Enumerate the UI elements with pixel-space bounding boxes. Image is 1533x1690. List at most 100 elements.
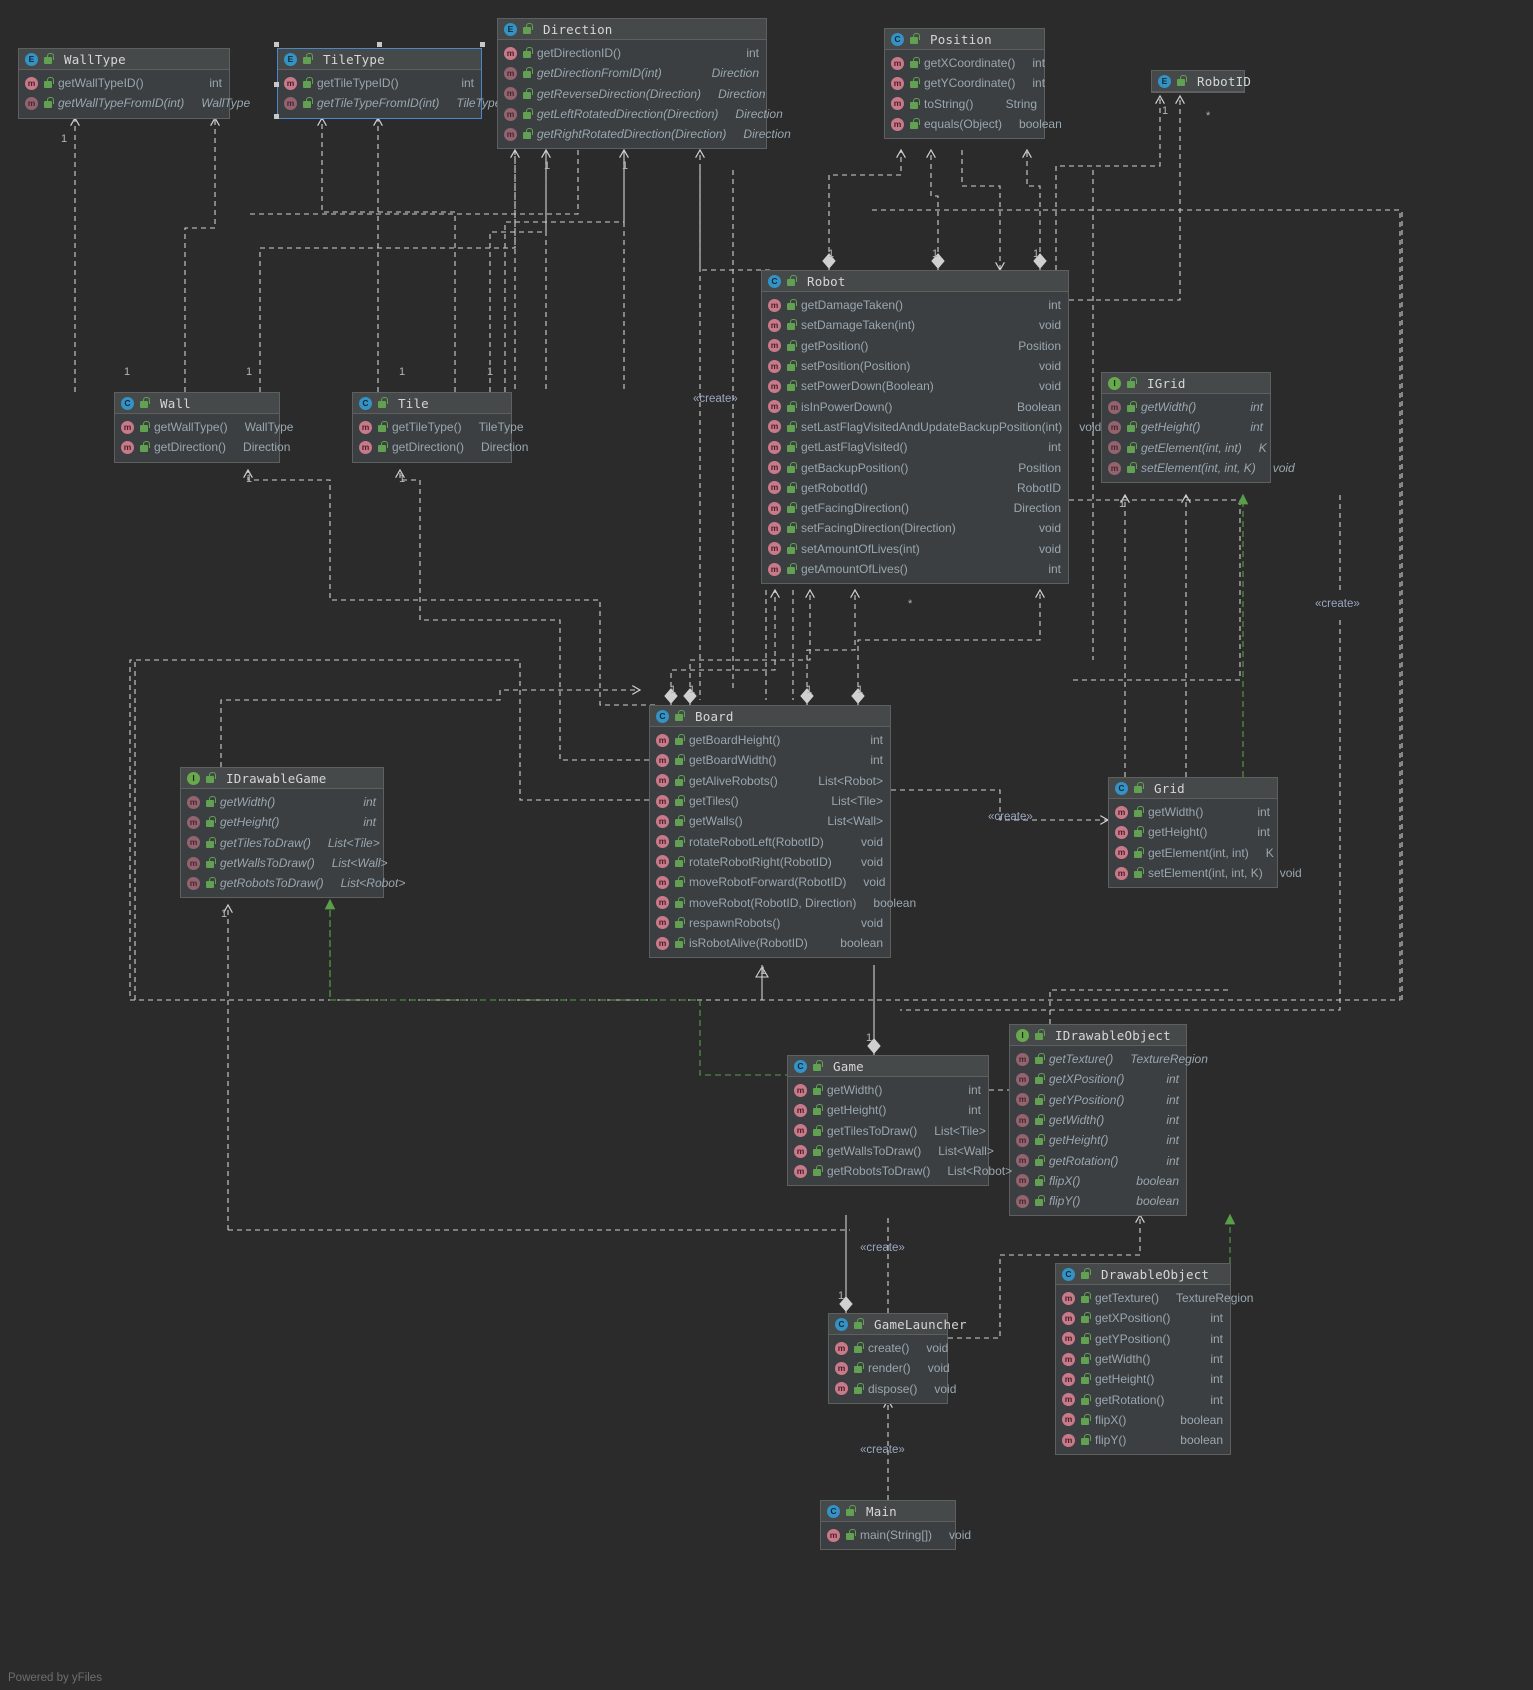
member-row[interactable]: m getTileTypeFromID(int) TileType <box>278 93 501 113</box>
member-row[interactable]: m getElement(int, int) K <box>1102 438 1270 458</box>
uml-class-tile[interactable]: C Tile m getTileType() TileType m getDirection… <box>352 392 528 463</box>
class-header[interactable]: E WallType <box>19 49 229 70</box>
uml-class-robot[interactable]: C Robot m getDamageTaken() int m setDamageTake… <box>761 270 1101 585</box>
member-row[interactable]: m rotateRobotLeft(RobotID) void <box>650 831 890 851</box>
member-row[interactable]: m getDirectionFromID(int) Direction <box>498 63 766 83</box>
member-row[interactable]: m setElement(int, int, K) void <box>1109 863 1302 883</box>
member-row[interactable]: m getWidth() int <box>1010 1110 1186 1130</box>
uml-class-idrawableobject[interactable]: I IDrawableObject m getTexture() TextureRegi… <box>1009 1024 1208 1217</box>
member-row[interactable]: m getTilesToDraw() List<Tile> <box>181 833 383 853</box>
class-header[interactable]: C Main <box>821 1501 955 1522</box>
selection-handle[interactable] <box>377 42 382 47</box>
member-row[interactable]: m rotateRobotRight(RobotID) void <box>650 852 890 872</box>
class-header[interactable]: C DrawableObject <box>1056 1264 1230 1285</box>
member-row[interactable]: m getRobotId() RobotID <box>762 478 1068 498</box>
member-row[interactable]: m getWalls() List<Wall> <box>650 811 890 831</box>
member-row[interactable]: m getXPosition() int <box>1010 1069 1186 1089</box>
member-row[interactable]: m getFacingDirection() Direction <box>762 498 1068 518</box>
selection-handle[interactable] <box>274 82 279 87</box>
class-header[interactable]: C Grid <box>1109 778 1277 799</box>
member-row[interactable]: m getAliveRobots() List<Robot> <box>650 771 890 791</box>
class-header[interactable]: I IGrid <box>1102 373 1270 394</box>
member-row[interactable]: m getLeftRotatedDirection(Direction) Direc… <box>498 104 783 124</box>
member-row[interactable]: m getReverseDirection(Direction) Direction <box>498 84 766 104</box>
class-header[interactable]: C Position <box>885 29 1044 50</box>
member-row[interactable]: m getWidth() int <box>1056 1349 1230 1369</box>
class-header[interactable]: E TileType <box>278 49 481 70</box>
member-row[interactable]: m getHeight() int <box>788 1100 988 1120</box>
member-row[interactable]: m getAmountOfLives() int <box>762 559 1068 579</box>
uml-class-drawableobject[interactable]: C DrawableObject m getTexture() TextureRegio… <box>1055 1263 1253 1456</box>
member-row[interactable]: m getXCoordinate() int <box>885 53 1045 73</box>
class-header[interactable]: C Tile <box>353 393 511 414</box>
member-row[interactable]: m getYPosition() int <box>1056 1329 1230 1349</box>
uml-class-idrawablegame[interactable]: I IDrawableGame m getWidth() int m getHeight()… <box>180 767 405 899</box>
member-row[interactable]: m getRightRotatedDirection(Direction) Dire… <box>498 124 791 144</box>
member-row[interactable]: m getTexture() TextureRegion <box>1056 1288 1253 1308</box>
member-row[interactable]: m flipY() boolean <box>1010 1191 1186 1211</box>
class-header[interactable]: E Direction <box>498 19 766 40</box>
member-row[interactable]: m getRotation() int <box>1010 1150 1186 1170</box>
member-row[interactable]: m getTexture() TextureRegion <box>1010 1049 1208 1069</box>
member-row[interactable]: m setDamageTaken(int) void <box>762 315 1068 335</box>
class-header[interactable]: I IDrawableGame <box>181 768 383 789</box>
member-row[interactable]: m flipX() boolean <box>1010 1171 1186 1191</box>
member-row[interactable]: m getRotation() int <box>1056 1389 1230 1409</box>
class-header[interactable]: I IDrawableObject <box>1010 1025 1186 1046</box>
member-row[interactable]: m respawnRobots() void <box>650 913 890 933</box>
member-row[interactable]: m getHeight() int <box>181 812 383 832</box>
member-row[interactable]: m getDamageTaken() int <box>762 295 1068 315</box>
member-row[interactable]: m getBackupPosition() Position <box>762 457 1068 477</box>
member-row[interactable]: m getRobotsToDraw() List<Robot> <box>788 1161 1012 1181</box>
member-row[interactable]: m getWallsToDraw() List<Wall> <box>788 1141 994 1161</box>
member-row[interactable]: m getRobotsToDraw() List<Robot> <box>181 873 405 893</box>
member-row[interactable]: m getYPosition() int <box>1010 1090 1186 1110</box>
member-row[interactable]: m setFacingDirection(Direction) void <box>762 518 1068 538</box>
member-row[interactable]: m getBoardWidth() int <box>650 750 890 770</box>
member-row[interactable]: m flipX() boolean <box>1056 1410 1230 1430</box>
member-row[interactable]: m getHeight() int <box>1102 417 1270 437</box>
member-row[interactable]: m getWallsToDraw() List<Wall> <box>181 853 388 873</box>
member-row[interactable]: m getWallTypeID() int <box>19 73 229 93</box>
member-row[interactable]: m getHeight() int <box>1109 822 1277 842</box>
member-row[interactable]: m getDirection() Direction <box>115 437 290 457</box>
member-row[interactable]: m isRobotAlive(RobotID) boolean <box>650 933 890 953</box>
class-header[interactable]: E RobotID <box>1152 71 1251 92</box>
member-row[interactable]: m dispose() void <box>829 1379 956 1399</box>
member-row[interactable]: m getDirection() Direction <box>353 437 528 457</box>
member-row[interactable]: m getWidth() int <box>1102 397 1270 417</box>
selection-handle[interactable] <box>274 42 279 47</box>
uml-class-robotid[interactable]: E RobotID <box>1151 70 1251 93</box>
uml-class-igrid[interactable]: I IGrid m getWidth() int m getHeight() int m getE… <box>1101 372 1295 484</box>
member-row[interactable]: m flipY() boolean <box>1056 1430 1230 1450</box>
member-row[interactable]: m getWidth() int <box>788 1080 988 1100</box>
class-header[interactable]: C Robot <box>762 271 1068 292</box>
member-row[interactable]: m getTileType() TileType <box>353 417 524 437</box>
class-header[interactable]: C Board <box>650 706 890 727</box>
member-row[interactable]: m getXPosition() int <box>1056 1308 1230 1328</box>
member-row[interactable]: m getWidth() int <box>1109 802 1277 822</box>
member-row[interactable]: m getLastFlagVisited() int <box>762 437 1068 457</box>
member-row[interactable]: m setPowerDown(Boolean) void <box>762 376 1068 396</box>
member-row[interactable]: m render() void <box>829 1358 950 1378</box>
member-row[interactable]: m toString() String <box>885 94 1044 114</box>
member-row[interactable]: m getWallType() WallType <box>115 417 293 437</box>
member-row[interactable]: m setAmountOfLives(int) void <box>762 539 1068 559</box>
selection-handle[interactable] <box>274 114 279 119</box>
member-row[interactable]: m main(String[]) void <box>821 1525 971 1545</box>
member-row[interactable]: m getTileTypeID() int <box>278 73 481 93</box>
member-row[interactable]: m setElement(int, int, K) void <box>1102 458 1295 478</box>
member-row[interactable]: m getYCoordinate() int <box>885 73 1045 93</box>
member-row[interactable]: m setPosition(Position) void <box>762 356 1068 376</box>
member-row[interactable]: m isInPowerDown() Boolean <box>762 396 1068 416</box>
member-row[interactable]: m getWidth() int <box>181 792 383 812</box>
diagram-canvas[interactable]: E WallType m getWallTypeID() int m getWallType… <box>0 0 1533 1690</box>
class-header[interactable]: C Game <box>788 1056 988 1077</box>
member-row[interactable]: m getPosition() Position <box>762 336 1068 356</box>
uml-class-board[interactable]: C Board m getBoardHeight() int m getBoardWidth… <box>649 705 916 959</box>
uml-class-game[interactable]: C Game m getWidth() int m getHeight() int m getTi… <box>787 1055 1012 1187</box>
member-row[interactable]: m setLastFlagVisitedAndUpdateBackupPositi… <box>762 417 1101 437</box>
member-row[interactable]: m getTilesToDraw() List<Tile> <box>788 1121 988 1141</box>
uml-class-grid[interactable]: C Grid m getWidth() int m getHeight() int m getEl… <box>1108 777 1302 889</box>
member-row[interactable]: m getHeight() int <box>1056 1369 1230 1389</box>
